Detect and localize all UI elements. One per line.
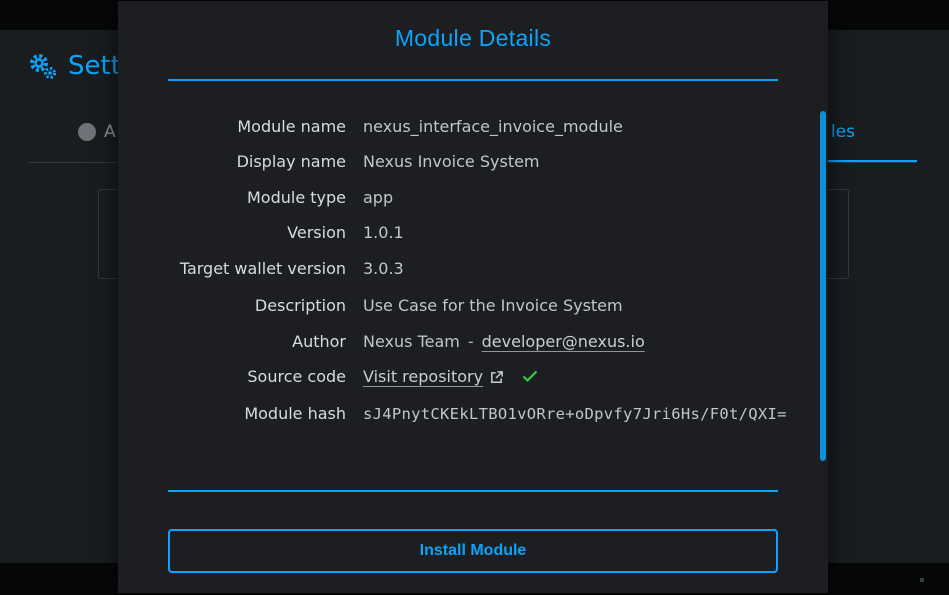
detail-label: Source code	[247, 367, 346, 386]
scrollbar-thumb[interactable]	[820, 111, 826, 461]
tab-modules-label: les	[830, 122, 855, 142]
header-divider	[168, 79, 778, 81]
install-module-button[interactable]: Install Module	[168, 529, 778, 573]
tab-application[interactable]: A	[78, 122, 116, 142]
visit-repository-label: Visit repository	[363, 367, 484, 386]
resize-grip	[920, 578, 924, 582]
detail-row-description: Description Use Case for the Invoice Sys…	[118, 293, 818, 319]
detail-row-display-name: Display name Nexus Invoice System	[118, 149, 818, 175]
detail-row-module-hash: Module hash sJ4PnytCKEkLTBO1vORre+oDpvfy…	[118, 401, 818, 427]
tab-modules[interactable]: les	[831, 122, 855, 142]
author-separator: -	[467, 332, 474, 351]
check-icon	[522, 370, 538, 383]
detail-row-version: Version 1.0.1	[118, 220, 818, 246]
tab-application-label: A	[104, 122, 116, 142]
detail-value: Nexus Team - developer@nexus.io	[363, 329, 818, 355]
detail-value: Nexus Invoice System	[363, 152, 540, 171]
detail-value: 3.0.3	[363, 259, 404, 278]
detail-value: nexus_interface_invoice_module	[363, 117, 623, 136]
detail-value: Use Case for the Invoice System	[363, 296, 623, 315]
visit-repository-link[interactable]: Visit repository	[363, 364, 504, 390]
detail-row-target-wallet-version: Target wallet version 3.0.3	[118, 256, 818, 282]
settings-header: Sett	[28, 48, 121, 84]
detail-value: app	[363, 188, 394, 207]
detail-label: Version	[287, 223, 346, 242]
detail-row-source-code: Source code Visit repository	[118, 364, 818, 390]
settings-title: Sett	[68, 51, 121, 81]
detail-label: Author	[292, 332, 346, 351]
module-hash-value: sJ4PnytCKEkLTBO1vORre+oDpvfy7Jri6Hs/F0t/…	[363, 405, 787, 423]
detail-row-module-type: Module type app	[118, 185, 818, 211]
detail-label: Module type	[246, 188, 346, 207]
module-details-modal: Module Details Module name nexus_interfa…	[118, 1, 828, 593]
detail-label: Description	[254, 296, 346, 315]
detail-row-author: Author Nexus Team - developer@nexus.io	[118, 329, 818, 355]
detail-value: 1.0.1	[363, 223, 404, 242]
modal-title: Module Details	[394, 25, 552, 51]
author-email-link[interactable]: developer@nexus.io	[482, 332, 645, 351]
detail-label: Module hash	[244, 404, 346, 423]
detail-row-module-name: Module name nexus_interface_invoice_modu…	[118, 114, 818, 140]
detail-value: Visit repository	[363, 364, 818, 390]
footer-divider	[168, 490, 778, 492]
external-link-icon	[491, 370, 503, 383]
detail-label: Module name	[237, 117, 346, 136]
author-name: Nexus Team	[363, 332, 460, 351]
gear-icon	[30, 54, 56, 79]
detail-label: Display name	[236, 152, 346, 171]
nexus-logo-icon	[78, 123, 96, 141]
detail-label: Target wallet version	[179, 259, 346, 278]
